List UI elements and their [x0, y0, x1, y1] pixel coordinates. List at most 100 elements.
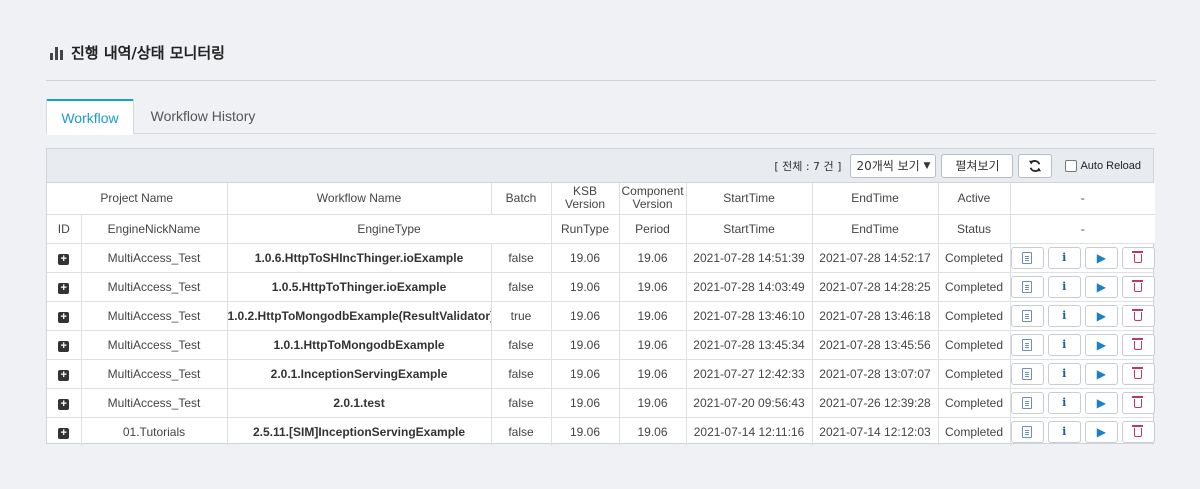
- bar-chart-icon: [50, 46, 63, 60]
- page-header: 진행 내역/상태 모니터링: [50, 42, 225, 63]
- document-icon: [1022, 367, 1033, 380]
- page-size-select[interactable]: 20개씩 보기 ▼: [850, 153, 937, 178]
- workflow-name-cell: 2.5.11.[SIM]InceptionServingExample: [227, 417, 492, 446]
- plus-square-icon[interactable]: +: [58, 340, 70, 352]
- info-button[interactable]: i: [1047, 275, 1081, 298]
- row-expand-cell[interactable]: +: [47, 417, 82, 446]
- info-button[interactable]: i: [1047, 362, 1081, 385]
- view-document-button[interactable]: [1010, 333, 1044, 356]
- info-icon: i: [1062, 338, 1067, 351]
- play-icon: ▶: [1096, 308, 1106, 323]
- view-document-button[interactable]: [1010, 304, 1044, 327]
- end-time-cell: 2021-07-28 13:46:18: [812, 301, 939, 331]
- col-active: Active: [938, 183, 1011, 215]
- tab-workflow[interactable]: Workflow: [46, 99, 134, 135]
- plus-square-icon[interactable]: +: [58, 253, 70, 265]
- table-row: +01.Tutorials 2.5.11.[SIM]InceptionServin…: [47, 417, 1156, 446]
- start-time-cell: 2021-07-20 09:56:43: [686, 388, 813, 418]
- plus-square-icon[interactable]: +: [58, 311, 70, 323]
- header-row-primary: Project Name Workflow Name Batch KSB Ver…: [47, 183, 1156, 215]
- delete-button[interactable]: [1121, 333, 1156, 356]
- expand-all-button[interactable]: 펼쳐보기: [941, 153, 1014, 178]
- col-end-time-2: EndTime: [812, 214, 939, 244]
- ksb-version-cell: 19.06: [551, 388, 620, 418]
- col-action: -: [1010, 183, 1156, 215]
- document-icon: [1022, 309, 1033, 322]
- plus-square-icon[interactable]: +: [58, 398, 70, 410]
- delete-button[interactable]: [1121, 391, 1156, 414]
- info-icon: i: [1062, 251, 1067, 264]
- auto-reload-checkbox[interactable]: [1065, 159, 1078, 172]
- run-button[interactable]: ▶: [1084, 275, 1118, 298]
- run-button[interactable]: ▶: [1084, 362, 1118, 385]
- component-version-cell: 19.06: [619, 330, 687, 360]
- plus-square-icon[interactable]: +: [58, 369, 70, 381]
- run-button[interactable]: ▶: [1084, 333, 1118, 356]
- document-icon: [1022, 280, 1033, 293]
- trash-icon: [1132, 425, 1144, 438]
- delete-button[interactable]: [1121, 246, 1156, 269]
- chevron-down-icon: ▼: [923, 160, 931, 171]
- start-time-cell: 2021-07-28 13:46:10: [686, 301, 813, 331]
- row-expand-cell[interactable]: +: [47, 301, 82, 331]
- batch-cell: false: [491, 388, 552, 418]
- run-button[interactable]: ▶: [1084, 304, 1118, 327]
- plus-square-icon[interactable]: +: [58, 427, 70, 439]
- auto-reload-label: Auto Reload: [1080, 159, 1141, 172]
- play-icon: ▶: [1096, 279, 1106, 294]
- tab-workflow-history[interactable]: Workflow History: [138, 99, 268, 134]
- status-cell: Completed: [938, 243, 1011, 273]
- view-document-button[interactable]: [1010, 420, 1044, 443]
- col-id: ID: [47, 214, 82, 244]
- project-name-cell: MultiAccess_Test: [81, 272, 228, 302]
- info-icon: i: [1062, 280, 1067, 293]
- info-button[interactable]: i: [1047, 391, 1081, 414]
- info-button[interactable]: i: [1047, 246, 1081, 269]
- component-version-cell: 19.06: [619, 388, 687, 418]
- delete-button[interactable]: [1121, 304, 1156, 327]
- col-period: Period: [619, 214, 687, 244]
- play-icon: ▶: [1096, 424, 1106, 439]
- info-button[interactable]: i: [1047, 304, 1081, 327]
- info-icon: i: [1062, 425, 1067, 439]
- run-button[interactable]: ▶: [1084, 391, 1118, 414]
- workflow-name-cell: 1.0.6.HttpToSHIncThinger.ioExample: [227, 243, 492, 273]
- delete-button[interactable]: [1121, 420, 1156, 443]
- workflow-name-cell: 2.0.1.test: [227, 388, 492, 418]
- col-end-time: EndTime: [812, 183, 939, 215]
- row-expand-cell[interactable]: +: [47, 272, 82, 302]
- batch-cell: false: [491, 417, 552, 446]
- run-button[interactable]: ▶: [1084, 420, 1118, 443]
- info-icon: i: [1062, 396, 1067, 409]
- row-actions-cell: i ▶: [1010, 417, 1156, 446]
- col-run-type: RunType: [551, 214, 620, 244]
- row-expand-cell[interactable]: +: [47, 359, 82, 389]
- info-button[interactable]: i: [1047, 420, 1081, 443]
- view-document-button[interactable]: [1010, 246, 1044, 269]
- table-row: + MultiAccess_Test 1.0.1.HttpToMongodbExam…: [47, 330, 1156, 360]
- page-size-value: 20개씩 보기: [856, 159, 920, 173]
- row-expand-cell[interactable]: +: [47, 330, 82, 360]
- info-button[interactable]: i: [1047, 333, 1081, 356]
- plus-square-icon[interactable]: +: [58, 282, 70, 294]
- view-document-button[interactable]: [1010, 275, 1044, 298]
- run-button[interactable]: ▶: [1084, 246, 1118, 269]
- col-start-time-2: StartTime: [686, 214, 813, 244]
- header-row-secondary: ID EngineNickName EngineType RunType Per…: [47, 214, 1156, 244]
- view-document-button[interactable]: [1010, 391, 1044, 414]
- trash-icon: [1132, 251, 1144, 263]
- col-start-time: StartTime: [686, 183, 813, 215]
- delete-button[interactable]: [1121, 275, 1156, 298]
- ksb-version-cell: 19.06: [551, 243, 620, 273]
- refresh-button[interactable]: [1018, 153, 1053, 178]
- refresh-icon: [1029, 159, 1042, 172]
- delete-button[interactable]: [1121, 362, 1156, 385]
- auto-reload-toggle[interactable]: Auto Reload: [1065, 159, 1141, 172]
- batch-cell: false: [491, 272, 552, 302]
- component-version-cell: 19.06: [619, 301, 687, 331]
- row-expand-cell[interactable]: +: [47, 388, 82, 418]
- total-count: [ 전체 : 7 건 ]: [774, 159, 842, 173]
- view-document-button[interactable]: [1010, 362, 1044, 385]
- project-name-cell: MultiAccess_Test: [81, 388, 228, 418]
- row-expand-cell[interactable]: +: [47, 243, 82, 273]
